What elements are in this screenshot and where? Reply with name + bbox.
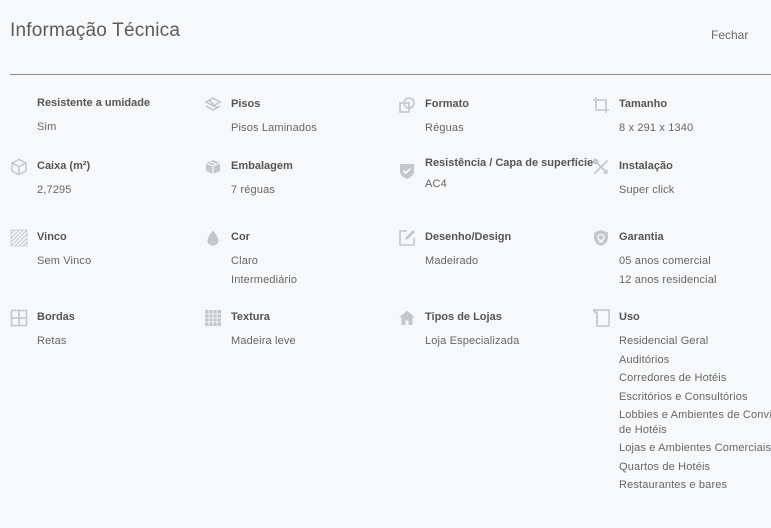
spec-value: 12 anos residencial [619,273,717,286]
spec-value: AC4 [425,178,447,190]
spec-value: Sem Vinco [37,255,92,267]
spec-label: Caixa (m²) [37,160,91,172]
hatch-pattern-icon [10,229,28,247]
spec-value: Lojas e Ambientes Comerciais [619,442,771,454]
spec-resistente-umidade: Resistente a umidade Sim [37,96,207,135]
spec-label: Resistente a umidade [37,97,151,109]
spec-label: Garantia [619,231,664,243]
spec-label: Resistência / Capa de superfície [425,157,594,169]
spec-value: Sim [37,121,57,133]
spec-desenho: Desenho/Design Madeirado [399,230,595,269]
spec-label: Uso [619,311,640,323]
spec-resistencia-capa: Resistência / Capa de superfície AC4 [400,156,595,192]
spec-caixa: Caixa (m²) 2,7295 [11,158,207,198]
spec-cor: Cor Claro Intermediário [207,230,401,287]
spec-label: Desenho/Design [425,231,512,243]
spec-label: Textura [231,311,270,323]
spec-value: Loja Especializada [425,335,520,347]
spec-label: Pisos [231,98,261,110]
spec-value: Réguas [425,122,464,134]
spec-value: Claro [231,255,259,267]
spec-value: Restaurantes e bares [619,479,728,491]
page-title: Informação Técnica [10,20,181,41]
spec-label: Formato [425,98,469,110]
spec-label: Instalação [619,160,673,172]
spec-value: Residencial Geral [619,335,709,347]
spec-bordas: Bordas Retas [10,309,207,349]
spec-tamanho: Tamanho 8 x 291 x 1340 [593,97,771,136]
spec-label: Bordas [37,311,75,323]
close-button[interactable]: Fechar [711,28,748,42]
pencil-edit-icon [398,229,416,247]
spec-value: 8 x 291 x 1340 [619,122,694,134]
spec-uso: Uso Residencial Geral Auditórios Corredo… [592,309,771,493]
spec-formato: Formato Réguas [399,97,595,136]
warranty-shield-icon [592,229,610,247]
color-drop-icon [204,229,222,247]
spec-embalagem: Embalagem 7 réguas [205,159,401,198]
spec-tipos-lojas: Tipos de Lojas Loja Especializada [399,310,595,349]
usage-door-icon [592,309,610,327]
spec-value: Auditórios [619,353,670,366]
spec-vinco: Vinco Sem Vinco [10,229,207,269]
spec-value: 7 réguas [231,184,276,196]
spec-value: Madeirado [425,255,479,267]
spec-value: Quartos de Hotéis [619,460,711,473]
box-icon [10,158,28,176]
spec-value: Escritórios e Consultórios [619,390,748,403]
spec-value: Madeira leve [231,335,296,347]
tools-icon [592,158,610,176]
texture-grid-icon [204,309,222,327]
spec-pisos: Pisos Pisos Laminados [204,97,401,136]
spec-label: Tamanho [619,98,668,110]
spec-value: 2,7295 [37,184,72,196]
spec-value: Lobbies e Ambientes de Convívio de Hotéi… [619,409,771,436]
border-grid-icon [10,309,28,327]
modal-header: Informação Técnica Fechar [0,0,771,75]
spec-value: Pisos Laminados [231,122,318,134]
crop-size-icon [592,96,610,114]
spec-value: Retas [37,335,67,347]
spec-textura: Textura Madeira leve [205,310,401,349]
spec-garantia: Garantia 05 anos comercial 12 anos resid… [594,230,771,287]
spec-value: Corredores de Hotéis [619,372,727,384]
spec-instalacao: Instalação Super click [592,158,771,198]
spec-label: Embalagem [231,160,293,172]
spec-value: 05 anos comercial [619,255,711,267]
format-shapes-icon [398,96,416,114]
shield-check-icon [398,162,416,180]
home-store-icon [398,309,416,327]
package-icon [204,158,222,176]
spec-value: Super click [619,184,675,196]
spec-label: Cor [231,231,250,243]
spec-value: Intermediário [231,273,298,286]
spec-label: Vinco [37,231,67,243]
header-divider [10,74,771,75]
spec-label: Tipos de Lojas [425,311,502,323]
floor-layers-icon [204,96,222,114]
